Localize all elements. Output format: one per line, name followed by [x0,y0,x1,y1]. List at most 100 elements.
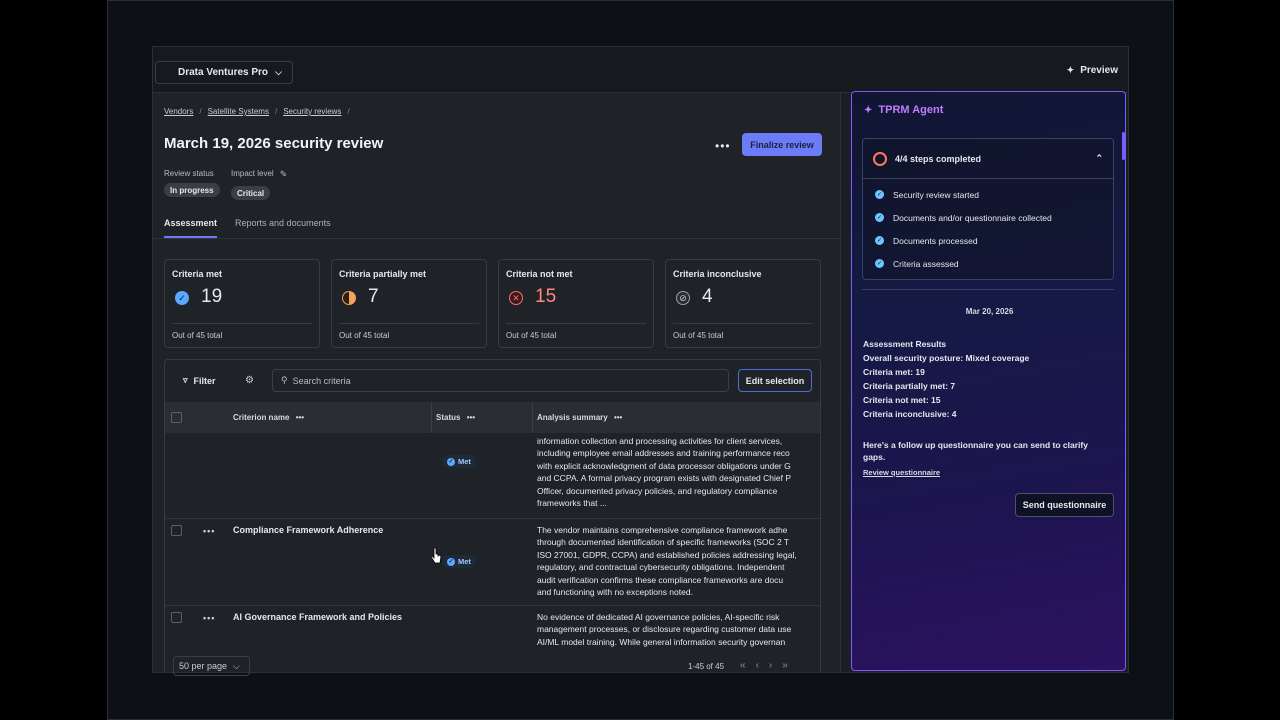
column-criterion-name[interactable]: Criterion name ••• [233,413,304,422]
table-row[interactable]: ••• Compliance Framework Adherence ✓ Met… [165,519,820,606]
criterion-name: Compliance Framework Adherence [233,525,384,535]
mouse-cursor-icon [430,547,442,564]
breadcrumb-vendors[interactable]: Vendors [164,107,193,116]
send-questionnaire-button[interactable]: Send questionnaire [1015,493,1114,517]
table-toolbar: ▿ Filter ⚙ ⚲ Search criteria Edit select… [165,360,820,402]
agent-divider [862,289,1114,290]
agent-scrollbar[interactable] [1122,132,1125,160]
edit-selection-button[interactable]: Edit selection [738,369,812,392]
card-label: Criteria inconclusive [673,269,762,279]
tab-bar: Assessment Reports and documents [164,218,331,238]
table-row[interactable]: ✓ Met information collection and process… [165,433,820,519]
select-all-checkbox[interactable] [171,412,182,423]
prev-page-icon[interactable]: ‹ [756,660,759,671]
pagination-nav: « ‹ › » [740,660,788,671]
row-menu-button[interactable]: ••• [203,613,215,623]
blocked-circle-icon: ✕ [509,291,523,305]
breadcrumb-vendor[interactable]: Satellite Systems [208,107,269,116]
analysis-summary: The vendor maintains comprehensive compl… [537,525,797,598]
status-badge-met: ✓ Met [442,555,476,568]
card-value: 15 [535,286,557,307]
column-status[interactable]: Status ••• [436,413,475,422]
breadcrumb-security-reviews[interactable]: Security reviews [283,107,341,116]
gear-icon[interactable]: ⚙ [245,375,254,386]
table-header: Criterion name ••• Status ••• Analysis s… [165,402,820,433]
check-icon: ✓ [875,236,884,245]
filter-button[interactable]: ▿ Filter [183,375,216,386]
page-title: March 19, 2026 security review [164,135,384,152]
card-criteria-not-met: Criteria not met ✕ 15 Out of 45 total [498,259,654,348]
review-questionnaire-link[interactable]: Review questionnaire [863,468,940,477]
results-line: Overall security posture: Mixed coverage [863,353,1030,363]
search-icon: ⚲ [281,375,288,385]
results-heading: Assessment Results [863,339,947,349]
next-page-icon[interactable]: › [769,660,772,671]
search-input[interactable]: ⚲ Search criteria [272,369,729,392]
tprm-agent-panel: ✦ TPRM Agent 4/4 steps completed ⌃ ✓ Sec… [851,91,1126,671]
table-row[interactable]: ••• AI Governance Framework and Policies… [165,606,820,650]
card-label: Criteria not met [506,269,573,279]
finalize-review-button[interactable]: Finalize review [742,133,822,156]
chevron-up-icon[interactable]: ⌃ [1095,153,1103,164]
check-icon: ✓ [875,190,884,199]
breadcrumb-separator: / [274,107,278,116]
column-analysis-summary[interactable]: Analysis summary ••• [537,413,622,422]
tab-assessment[interactable]: Assessment [164,218,218,238]
workspace-selector[interactable]: Drata Ventures Pro ⌵ [155,61,293,84]
workspace-name: Drata Ventures Pro [178,67,269,78]
results-line: Criteria met: 19 [863,367,925,377]
card-criteria-inconclusive: Criteria inconclusive ⊘ 4 Out of 45 tota… [665,259,821,348]
steps-card: 4/4 steps completed ⌃ ✓ Security review … [862,138,1114,280]
pencil-icon[interactable]: ✎ [280,169,288,180]
half-circle-icon [342,291,356,305]
results-line: Criteria not met: 15 [863,395,941,405]
card-divider [172,323,312,324]
breadcrumb: Vendors / Satellite Systems / Security r… [164,107,350,116]
analysis-summary: information collection and processing ac… [537,436,792,509]
card-value: 4 [702,286,713,307]
card-footer: Out of 45 total [339,331,390,340]
row-checkbox[interactable] [171,525,182,536]
preview-button[interactable]: ✦ Preview [1067,65,1118,76]
check-icon: ✓ [447,557,455,566]
card-label: Criteria met [172,269,223,279]
steps-header[interactable]: 4/4 steps completed ⌃ [863,139,1113,179]
filter-label: Filter [193,375,216,386]
review-status-badge: In progress [164,183,220,197]
step-item: ✓ Documents and/or questionnaire collect… [875,212,1052,223]
row-checkbox[interactable] [171,612,182,623]
tab-reports-and-documents[interactable]: Reports and documents [235,218,331,238]
last-page-icon[interactable]: » [782,660,788,671]
chevron-down-icon: ⌵ [275,67,282,77]
more-actions-button[interactable]: ••• [715,139,731,153]
per-page-select[interactable]: 50 per page ⌵ [173,656,250,676]
pagination-range: 1-45 of 45 [688,662,725,671]
filter-icon: ▿ [183,375,188,385]
card-criteria-met: Criteria met ✓ 19 Out of 45 total [164,259,320,348]
card-footer: Out of 45 total [673,331,724,340]
summary-cards: Criteria met ✓ 19 Out of 45 total Criter… [164,259,821,348]
steps-summary: 4/4 steps completed [895,153,982,164]
row-menu-button[interactable]: ••• [203,526,215,536]
card-criteria-partially-met: Criteria partially met 7 Out of 45 total [331,259,487,348]
first-page-icon[interactable]: « [740,660,746,671]
check-icon: ✓ [875,259,884,268]
criterion-name: AI Governance Framework and Policies [233,612,403,622]
chevron-down-icon: ⌵ [233,660,240,671]
analysis-summary: No evidence of dedicated AI governance p… [537,612,792,647]
review-status-label: Review status [164,169,214,178]
step-item: ✓ Criteria assessed [875,258,959,269]
per-page-value: 50 per page [179,661,228,671]
check-icon: ✓ [447,457,455,466]
sparkle-icon: ✦ [864,104,873,116]
check-icon: ✓ [875,213,884,222]
followup-message: Here's a follow up questionnaire you can… [863,440,1088,462]
message-date: Mar 20, 2026 [965,307,1014,316]
main-content: Vendors / Satellite Systems / Security r… [153,93,841,672]
preview-label: Preview [1080,65,1118,76]
card-label: Criteria partially met [339,269,427,279]
impact-level-label: Impact level [231,169,274,178]
tab-divider [153,238,841,239]
search-placeholder: Search criteria [292,375,351,386]
rocket-icon: ✦ [1066,65,1075,75]
